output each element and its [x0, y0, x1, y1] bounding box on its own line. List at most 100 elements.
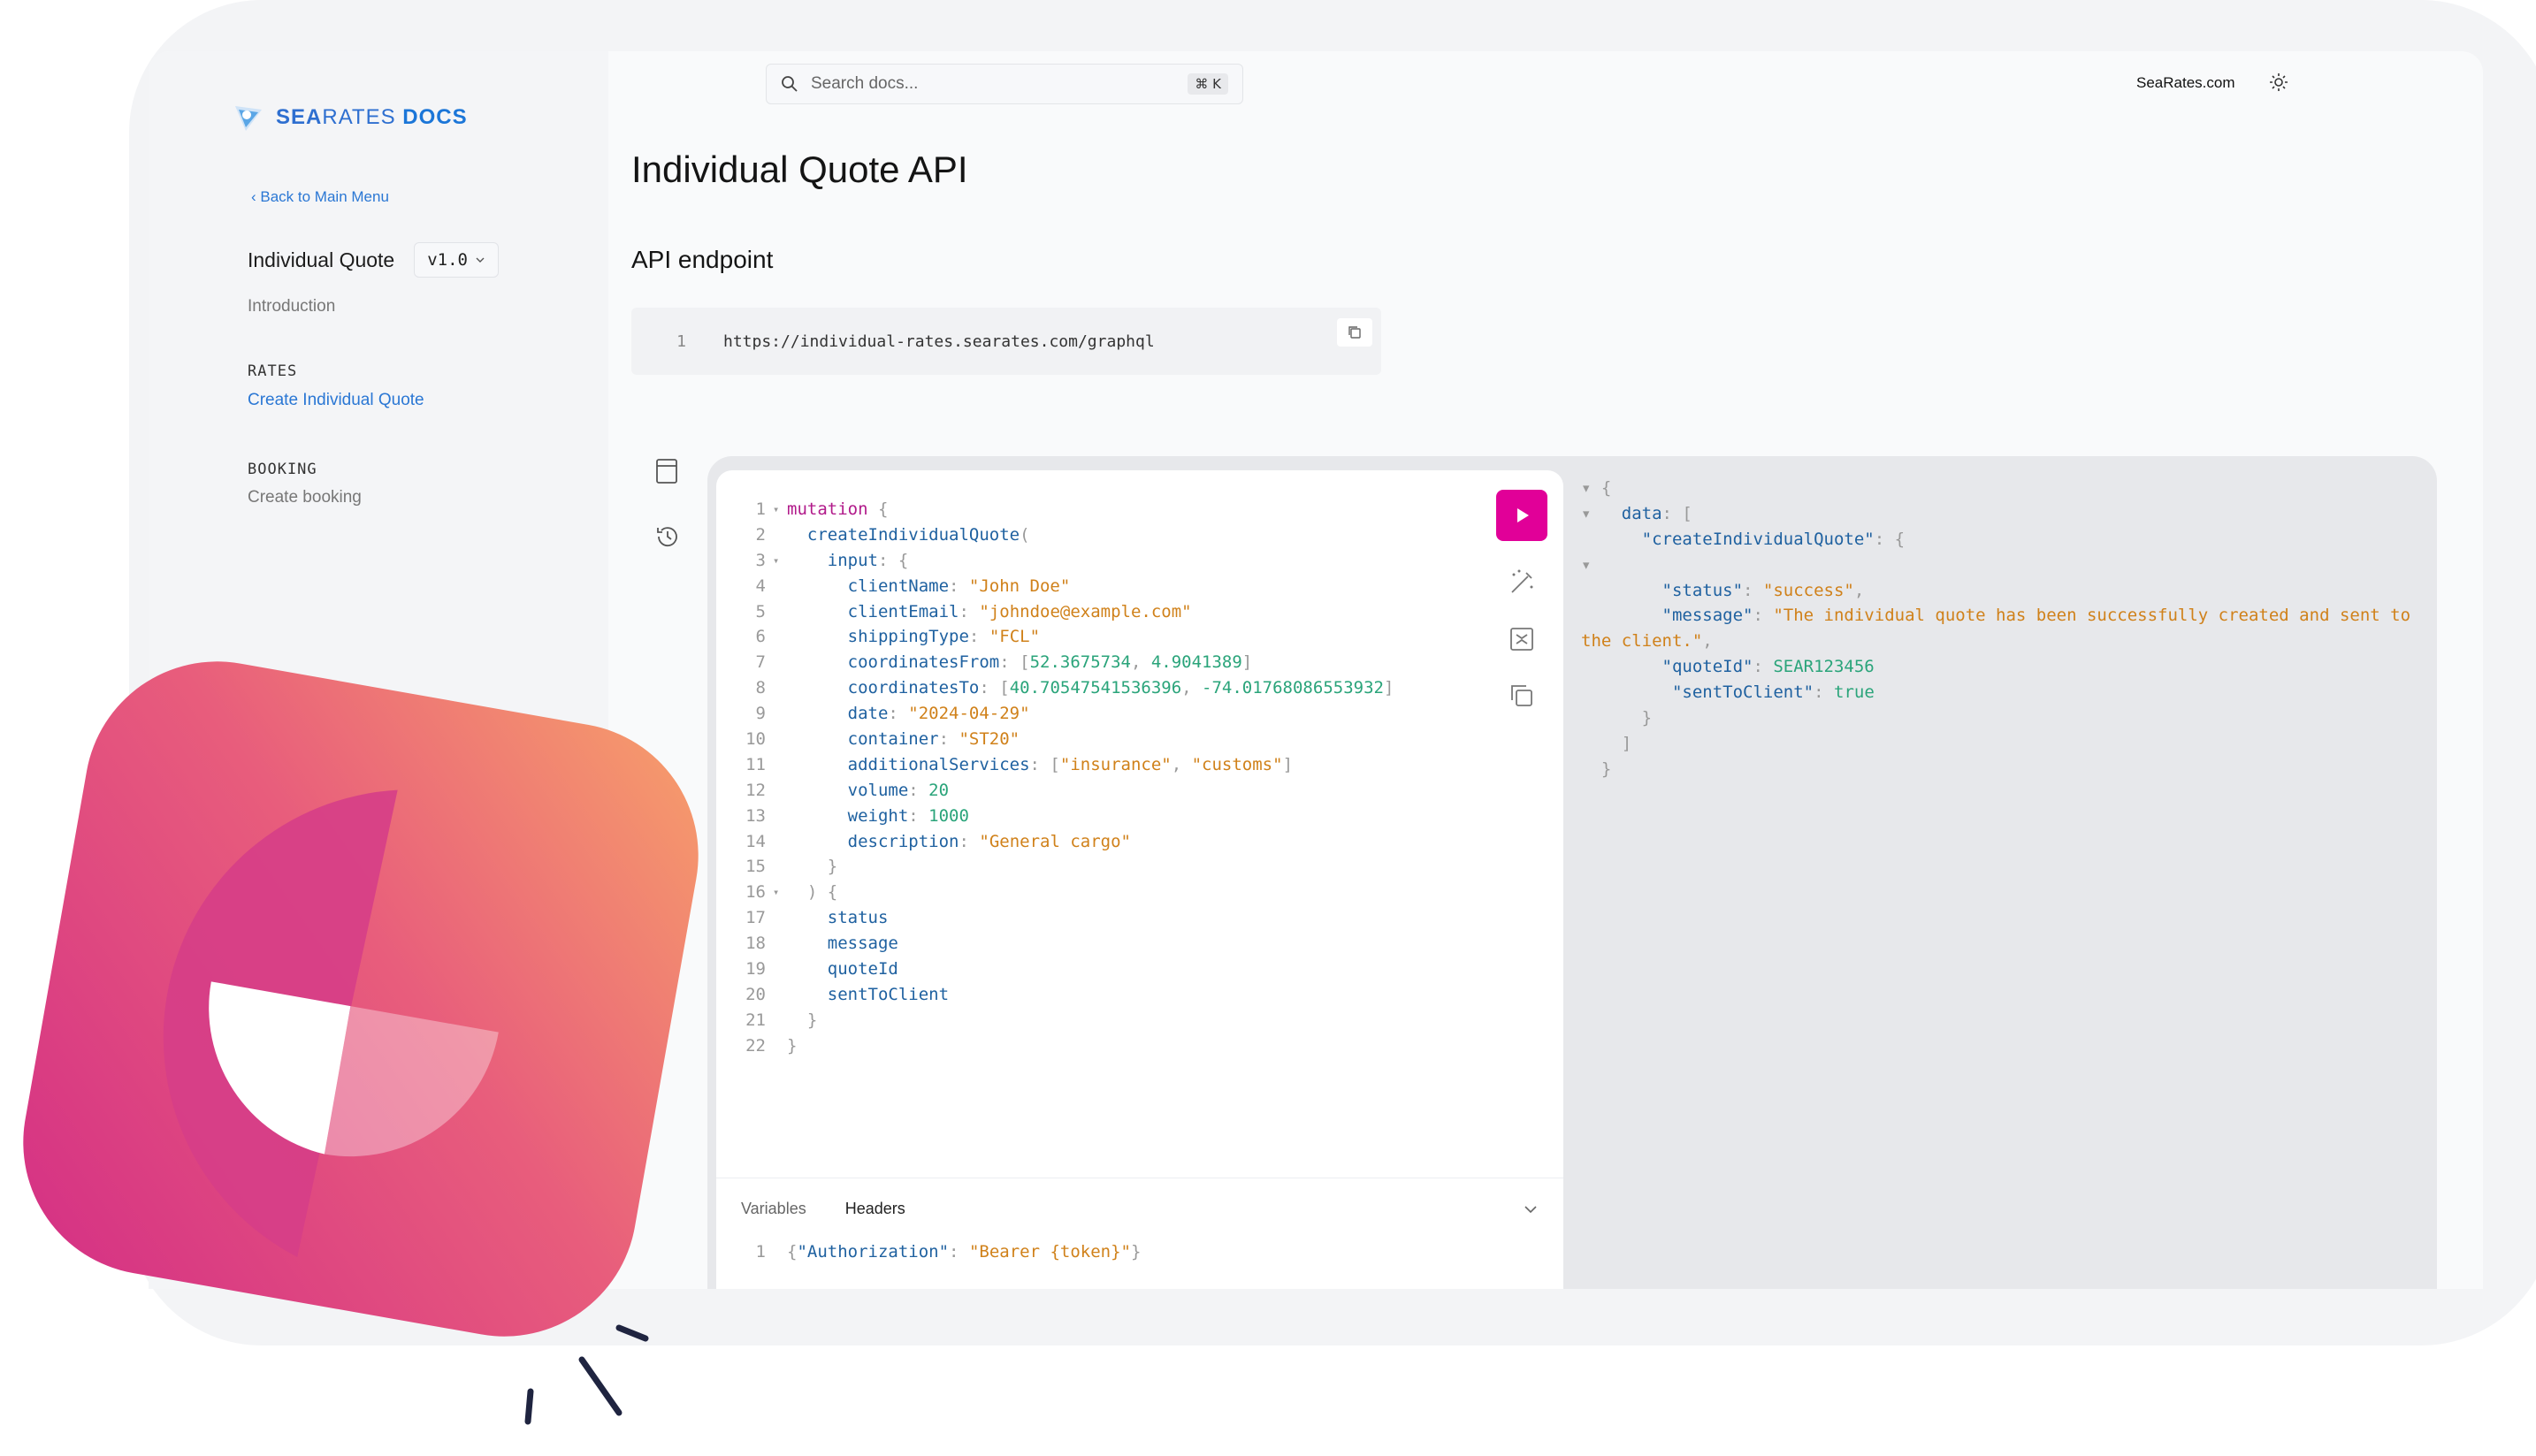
searates-site-link[interactable]: SeaRates.com	[2136, 74, 2235, 92]
code-token: -74.01768086553932	[1202, 678, 1384, 698]
fold-toggle-icon	[773, 624, 787, 650]
line-number: 17	[745, 908, 766, 928]
result-line: the client.",	[1581, 629, 2483, 654]
code-text: weight: 1000	[787, 804, 969, 829]
version-select[interactable]: v1.0	[414, 242, 499, 278]
code-text: quoteId	[787, 957, 898, 982]
result-line: }	[1581, 705, 2483, 731]
code-token: "General cargo"	[979, 831, 1131, 851]
logo[interactable]: SEARATES DOCS	[233, 103, 468, 133]
result-viewer: ▾ {▾ data: [ "createIndividualQuote": {▾…	[1581, 476, 2483, 782]
copy-button[interactable]	[1337, 318, 1372, 347]
line-number: 15	[745, 857, 766, 877]
history-icon[interactable]	[654, 523, 681, 550]
code-token: "ST20"	[959, 729, 1020, 750]
chevron-down-icon[interactable]	[1523, 1201, 1539, 1217]
query-code[interactable]: 1 ▾ mutation {2 createIndividualQuote(3 ▾ i…	[716, 497, 1394, 1059]
fold-toggle-icon[interactable]: ▾	[773, 548, 787, 574]
code-token: "johndoe@example.com"	[979, 601, 1192, 621]
code-token: ) {	[787, 882, 838, 903]
back-to-main-menu-link[interactable]: ‹ Back to Main Menu	[251, 188, 389, 206]
code-text: date: "2024-04-29"	[787, 701, 1030, 727]
code-line: 14 description: "General cargo"	[716, 829, 1394, 855]
theme-toggle-button[interactable]	[2269, 72, 2288, 96]
result-line: "createIndividualQuote": {	[1581, 527, 2483, 553]
search-input[interactable]: Search docs... ⌘ K	[766, 64, 1243, 104]
code-line: 1 {"Authorization": "Bearer {token}"}	[716, 1239, 1142, 1265]
docs-explorer-icon[interactable]	[654, 458, 679, 484]
code-token: "insurance"	[1059, 754, 1172, 774]
code-text: additionalServices: ["insurance", "custo…	[787, 752, 1293, 778]
code-token: "quoteId"	[1661, 657, 1753, 677]
code-token: : [	[999, 652, 1030, 673]
line-number: 10	[745, 729, 766, 750]
code-line: 16 ▾ ) {	[716, 880, 1394, 905]
code-token: "status"	[1661, 580, 1744, 600]
code-text: mutation {	[787, 497, 888, 522]
fold-toggle-icon	[773, 1033, 787, 1059]
code-token: ]	[1383, 678, 1394, 698]
code-token: "message"	[1661, 606, 1753, 626]
code-token: 40.70547541536396	[1009, 678, 1182, 698]
code-text: sentToClient	[787, 982, 949, 1008]
version-value: v1.0	[427, 250, 468, 270]
code-token: }	[1581, 758, 1612, 779]
sidebar-item-introduction[interactable]: Introduction	[248, 297, 335, 316]
code-token: "The individual quote has been successfu…	[1773, 606, 2411, 626]
fold-toggle-icon	[773, 1008, 787, 1033]
variables-headers-bar: Variables Headers	[716, 1178, 1563, 1239]
run-button[interactable]	[1496, 490, 1547, 541]
merge-fragments-icon[interactable]	[1507, 624, 1537, 654]
code-token: {	[787, 1242, 798, 1262]
search-icon	[782, 76, 798, 92]
fold-toggle-icon	[773, 829, 787, 855]
copy-query-icon[interactable]	[1507, 681, 1537, 711]
code-text: }	[787, 1033, 797, 1059]
code-text: }	[787, 1008, 817, 1033]
sidebar-item-create-individual-quote[interactable]: Create Individual Quote	[248, 391, 424, 410]
tab-headers[interactable]: Headers	[845, 1200, 905, 1218]
fold-toggle-icon[interactable]: ▾	[773, 880, 787, 905]
fold-toggle-icon	[773, 752, 787, 778]
code-text: coordinatesTo: [40.70547541536396, -74.0…	[787, 675, 1394, 701]
code-line: 12 volume: 20	[716, 778, 1394, 804]
logo-text: SEARATES DOCS	[276, 105, 468, 129]
fold-toggle-icon	[773, 982, 787, 1008]
product-version-row: Individual Quote v1.0	[248, 242, 499, 278]
code-line: 11 additionalServices: ["insurance", "cu…	[716, 752, 1394, 778]
code-token: :	[908, 805, 929, 826]
search-placeholder: Search docs...	[811, 74, 919, 93]
code-token: container	[847, 729, 939, 750]
code-line: 10 container: "ST20"	[716, 727, 1394, 752]
query-editor[interactable]: 1 ▾ mutation {2 createIndividualQuote(3 ▾ i…	[716, 470, 1563, 1289]
fold-toggle-icon	[773, 522, 787, 548]
code-token: :	[959, 601, 980, 621]
code-token: quoteId	[827, 959, 898, 980]
sidebar-item-create-booking[interactable]: Create booking	[248, 488, 362, 507]
code-token: "createIndividualQuote"	[1641, 529, 1875, 549]
fold-toggle-icon	[773, 854, 787, 880]
code-line: 8 coordinatesTo: [40.70547541536396, -74…	[716, 675, 1394, 701]
code-text: createIndividualQuote(	[787, 522, 1030, 548]
code-token: ,	[1130, 652, 1151, 673]
line-number: 11	[745, 754, 766, 774]
code-line: 6 shippingType: "FCL"	[716, 624, 1394, 650]
graphiql-app-icon	[23, 661, 699, 1337]
result-line: }	[1581, 757, 2483, 782]
endpoint-url[interactable]: https://individual-rates.searates.com/gr…	[723, 332, 1155, 351]
line-number: 12	[745, 780, 766, 800]
code-token: }	[787, 857, 838, 877]
prettify-icon[interactable]	[1507, 568, 1537, 598]
fold-toggle-icon	[773, 574, 787, 599]
fold-toggle-icon[interactable]: ▾	[773, 497, 787, 522]
fold-toggle-icon	[773, 599, 787, 625]
headers-editor[interactable]: 1 {"Authorization": "Bearer {token}"}	[716, 1239, 1142, 1265]
code-text: clientEmail: "johndoe@example.com"	[787, 599, 1192, 625]
tab-variables[interactable]: Variables	[741, 1200, 806, 1218]
